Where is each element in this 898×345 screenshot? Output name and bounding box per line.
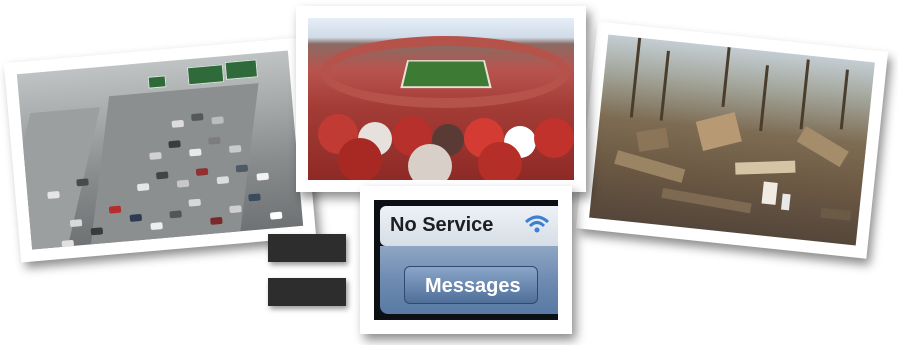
storm-damage-photo — [575, 21, 889, 259]
messages-back-button: Messages — [404, 266, 538, 304]
no-service-text: No Service — [390, 214, 494, 236]
phone-status-bar: No Service — [380, 206, 558, 246]
storm-damage-image — [589, 34, 875, 246]
stadium-crowd-image — [308, 18, 574, 180]
phone-screen: No Service Messages — [374, 200, 558, 320]
stadium-crowd-photo — [296, 6, 586, 192]
traffic-jam-image — [16, 50, 304, 250]
dark-bar-bottom — [268, 278, 346, 306]
phone-no-service-photo: No Service Messages — [360, 186, 572, 334]
dark-bar-top — [268, 234, 346, 262]
phone-nav-bar: Messages — [380, 246, 558, 314]
wifi-icon — [524, 214, 550, 234]
traffic-jam-photo — [3, 37, 317, 263]
